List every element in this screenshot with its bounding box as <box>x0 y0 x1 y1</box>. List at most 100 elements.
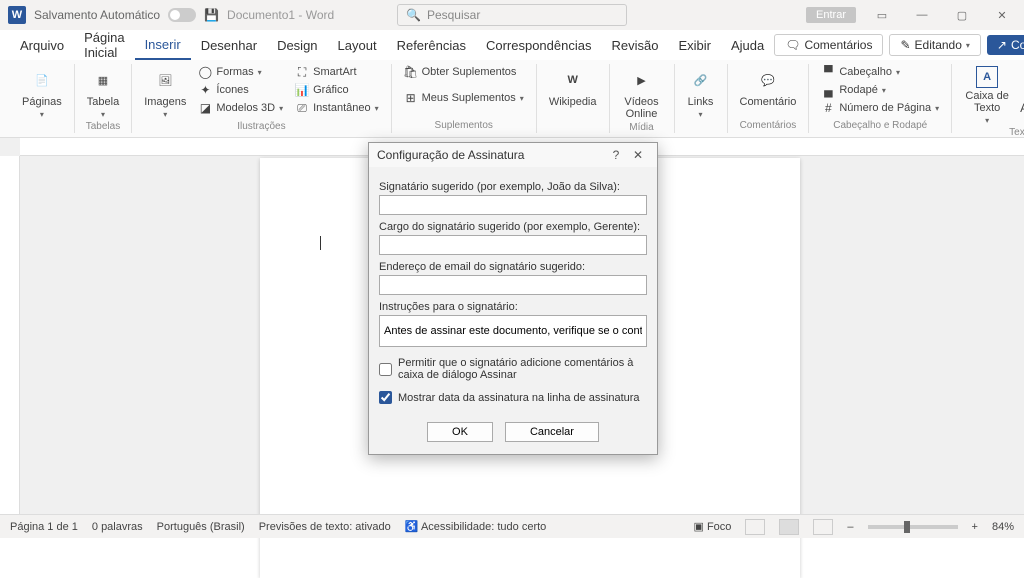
show-date-checkbox-row[interactable]: Mostrar data da assinatura na linha de a… <box>379 391 647 404</box>
group-midia: Mídia <box>629 122 653 135</box>
comentario-button[interactable]: 💬Comentário <box>736 64 801 110</box>
read-mode-button[interactable] <box>745 519 765 535</box>
icons-icon: ✦ <box>198 83 212 97</box>
caixa-texto-label: Caixa de Texto <box>964 90 1010 114</box>
videos-online-button[interactable]: ▶Vídeos Online <box>618 64 666 122</box>
cancel-button[interactable]: Cancelar <box>505 422 599 442</box>
tab-revisao[interactable]: Revisão <box>601 32 668 59</box>
autosave-toggle[interactable] <box>168 8 196 22</box>
tab-design[interactable]: Design <box>267 32 327 59</box>
cabecalho-label: Cabeçalho <box>839 66 892 78</box>
modelos3d-button[interactable]: ◪Modelos 3D ▾ <box>194 100 287 116</box>
quick-parts-button[interactable]: ▤▾ <box>1018 64 1024 80</box>
text-predictions-status[interactable]: Previsões de texto: ativado <box>259 521 391 533</box>
close-button[interactable]: ✕ <box>988 9 1016 22</box>
maximize-button[interactable]: ▢ <box>948 9 976 22</box>
tab-correspondencias[interactable]: Correspondências <box>476 32 602 59</box>
search-placeholder: Pesquisar <box>427 8 480 22</box>
icones-label: Ícones <box>216 84 248 96</box>
meus-suplementos-button[interactable]: ⊞Meus Suplementos ▾ <box>400 90 528 106</box>
zoom-in-button[interactable]: + <box>972 521 978 533</box>
wikipedia-button[interactable]: WWikipedia <box>545 64 601 110</box>
smartart-label: SmartArt <box>313 66 356 78</box>
images-icon: 🖼 <box>151 66 179 94</box>
store-icon: 🛍 <box>404 65 418 79</box>
tab-pagina-inicial[interactable]: Página Inicial <box>74 24 134 66</box>
rodape-button[interactable]: ▄Rodapé ▾ <box>817 82 943 98</box>
signer-label: Signatário sugerido (por exemplo, João d… <box>379 181 647 193</box>
email-label: Endereço de email do signatário sugerido… <box>379 261 647 273</box>
instructions-input[interactable] <box>379 315 647 347</box>
tab-arquivo[interactable]: Arquivo <box>10 32 74 59</box>
page-status[interactable]: Página 1 de 1 <box>10 521 78 533</box>
language-status[interactable]: Português (Brasil) <box>157 521 245 533</box>
signature-setup-dialog: Configuração de Assinatura ? ✕ Signatári… <box>368 142 658 455</box>
comment-icon: 💬 <box>754 66 782 94</box>
group-ilustracoes: Ilustrações <box>237 121 285 134</box>
pagenum-icon: # <box>821 101 835 115</box>
comments-label: Comentários <box>804 38 872 52</box>
dialog-help-button[interactable]: ? <box>605 148 627 162</box>
smartart-button[interactable]: ⛶SmartArt <box>291 64 383 80</box>
obter-suplementos-label: Obter Suplementos <box>422 66 517 78</box>
signer-input[interactable] <box>379 195 647 215</box>
numero-pagina-button[interactable]: #Número de Página ▾ <box>817 100 943 116</box>
accessibility-status[interactable]: ♿ Acessibilidade: tudo certo <box>405 520 547 533</box>
print-layout-button[interactable] <box>779 519 799 535</box>
3d-icon: ◪ <box>198 101 212 115</box>
word-count[interactable]: 0 palavras <box>92 521 143 533</box>
instantaneo-button[interactable]: ⎚Instantâneo ▾ <box>291 100 383 116</box>
zoom-out-button[interactable]: – <box>847 521 853 533</box>
share-button[interactable]: ↗ Compartilhamento ▾ <box>987 35 1024 55</box>
wordart-button[interactable]: A▾ <box>1018 82 1024 98</box>
formas-button[interactable]: ◯Formas ▾ <box>194 64 287 80</box>
signin-button[interactable]: Entrar <box>806 7 856 23</box>
signer-title-input[interactable] <box>379 235 647 255</box>
ok-button[interactable]: OK <box>427 422 493 442</box>
dialog-title: Configuração de Assinatura <box>377 148 524 162</box>
tab-ajuda[interactable]: Ajuda <box>721 32 774 59</box>
table-icon: ▦ <box>89 66 117 94</box>
group-label <box>40 121 43 134</box>
tab-referencias[interactable]: Referências <box>387 32 476 59</box>
allow-comments-checkbox[interactable] <box>379 363 392 376</box>
imagens-button[interactable]: 🖼Imagens▾ <box>140 64 190 121</box>
links-label: Links <box>688 96 714 108</box>
zoom-level[interactable]: 84% <box>992 521 1014 533</box>
tab-layout[interactable]: Layout <box>328 32 387 59</box>
minimize-button[interactable]: — <box>908 9 936 21</box>
search-box[interactable]: 🔍 Pesquisar <box>397 4 627 26</box>
group-tabelas: Tabelas <box>86 121 120 134</box>
caixa-texto-button[interactable]: ACaixa de Texto▾ <box>960 64 1014 127</box>
vertical-ruler[interactable] <box>0 156 20 514</box>
obter-suplementos-button[interactable]: 🛍 Obter Suplementos <box>400 64 528 80</box>
grafico-button[interactable]: 📊Gráfico <box>291 82 383 98</box>
dialog-close-button[interactable]: ✕ <box>627 148 649 162</box>
web-layout-button[interactable] <box>813 519 833 535</box>
formas-label: Formas <box>216 66 253 78</box>
tab-inserir[interactable]: Inserir <box>135 31 191 60</box>
dropcap-button[interactable]: A≣▾ <box>1018 100 1024 116</box>
show-date-checkbox[interactable] <box>379 391 392 404</box>
rodape-label: Rodapé <box>839 84 878 96</box>
ribbon-display-icon[interactable]: ▭ <box>868 9 896 22</box>
foco-label: Foco <box>707 521 731 533</box>
editing-button[interactable]: ✎ Editando ▾ <box>889 34 980 56</box>
numero-pagina-label: Número de Página <box>839 102 931 114</box>
tab-desenhar[interactable]: Desenhar <box>191 32 267 59</box>
accessibility-label: Acessibilidade: tudo certo <box>421 521 546 533</box>
comments-button[interactable]: 🗨 Comentários <box>774 34 883 56</box>
email-input[interactable] <box>379 275 647 295</box>
ribbon: 📄Páginas▾ ▦Tabela▾ Tabelas 🖼Imagens▾ ◯Fo… <box>0 60 1024 138</box>
links-button[interactable]: 🔗Links▾ <box>683 64 719 121</box>
focus-mode[interactable]: ▣ Foco <box>693 520 731 533</box>
tabela-button[interactable]: ▦Tabela▾ <box>83 64 123 121</box>
tab-exibir[interactable]: Exibir <box>668 32 721 59</box>
zoom-slider[interactable] <box>868 525 958 529</box>
icones-button[interactable]: ✦ Ícones <box>194 82 287 98</box>
allow-comments-checkbox-row[interactable]: Permitir que o signatário adicione comen… <box>379 357 647 381</box>
cabecalho-button[interactable]: ▀Cabeçalho ▾ <box>817 64 943 80</box>
paginas-button[interactable]: 📄Páginas▾ <box>18 64 66 121</box>
link-icon: 🔗 <box>687 66 715 94</box>
save-icon[interactable]: 💾 <box>204 8 219 22</box>
